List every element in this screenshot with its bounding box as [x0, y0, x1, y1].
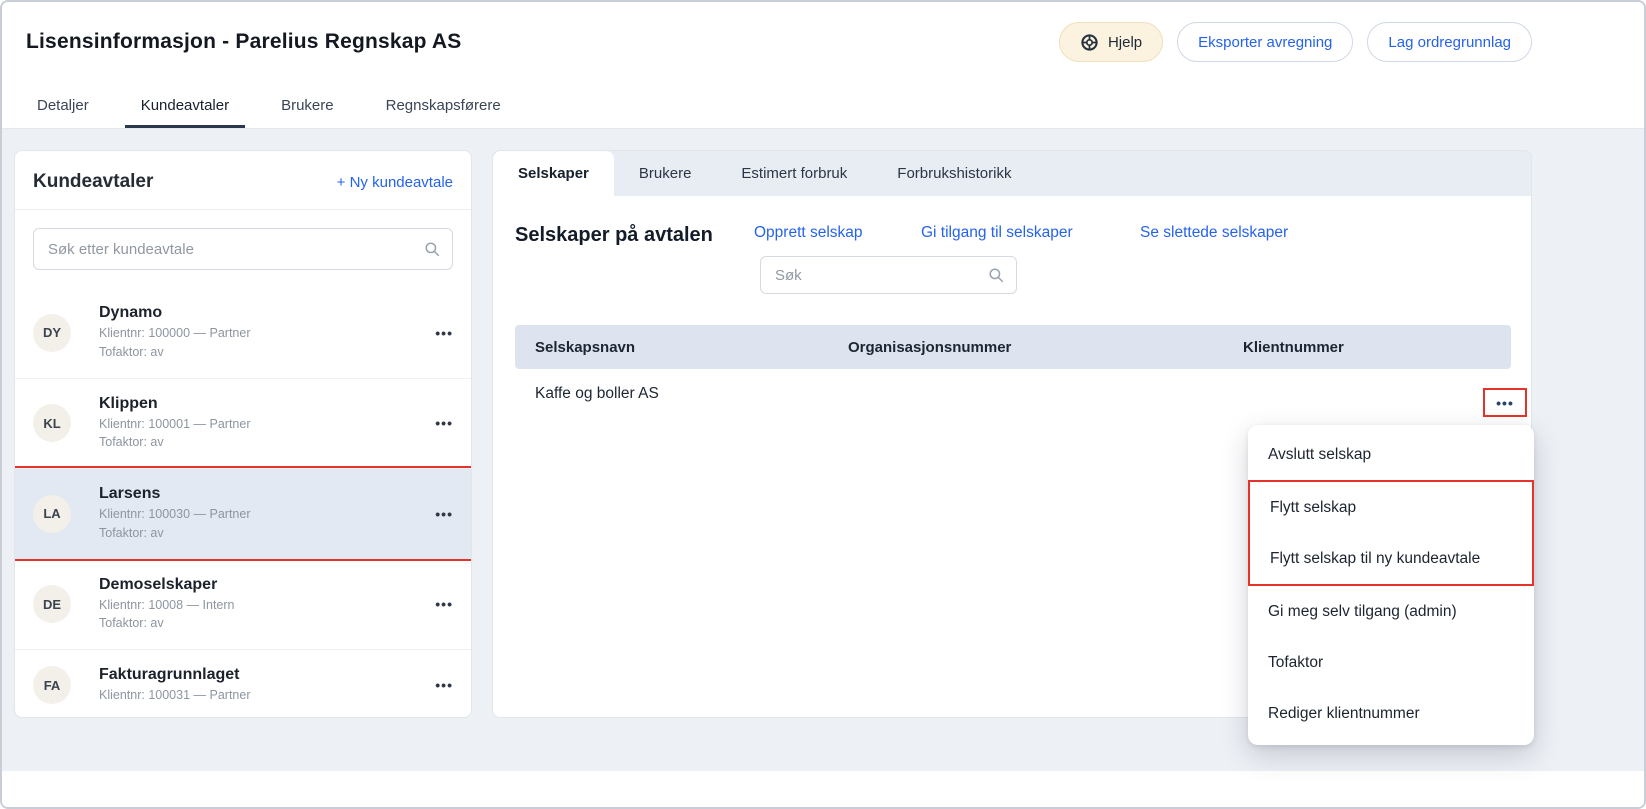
agreement-info: Larsens Klientnr: 100030 — Partner Tofak… — [99, 485, 250, 543]
agreement-twofactor: Tofaktor: av — [99, 433, 250, 452]
tab-brukere[interactable]: Brukere — [265, 82, 350, 128]
agreement-name: Larsens — [99, 485, 250, 503]
search-icon — [987, 266, 1005, 284]
help-button[interactable]: Hjelp — [1059, 22, 1163, 62]
menu-item-flytt-selskap[interactable]: Flytt selskap — [1250, 482, 1532, 533]
menu-item-tofaktor[interactable]: Tofaktor — [1248, 637, 1534, 688]
column-klientnummer: Klientnummer — [1243, 325, 1344, 369]
grant-access-link[interactable]: Gi tilgang til selskaper — [921, 224, 1073, 242]
list-item-larsens[interactable]: LA Larsens Klientnr: 100030 — Partner To… — [15, 468, 471, 559]
agreement-clientnr: Klientnr: 100030 — Partner — [99, 505, 250, 524]
app-window: Lisensinformasjon - Parelius Regnskap AS… — [0, 0, 1646, 809]
highlighted-menu-group: Flytt selskap Flytt selskap til ny kunde… — [1248, 480, 1534, 586]
tab-regnskapsforere[interactable]: Regnskapsførere — [370, 82, 517, 128]
tab-forbrukshistorikk[interactable]: Forbrukshistorikk — [872, 151, 1036, 196]
list-item-fakturagrunnlaget[interactable]: FA Fakturagrunnlaget Klientnr: 100031 — … — [15, 649, 471, 718]
detail-tab-bar: Selskaper Brukere Estimert forbruk Forbr… — [492, 150, 1532, 196]
column-organisasjonsnummer: Organisasjonsnummer — [848, 325, 1011, 369]
view-deleted-companies-link[interactable]: Se slettede selskaper — [1140, 224, 1288, 242]
agreement-clientnr: Klientnr: 100001 — Partner — [99, 415, 250, 434]
agreement-info: Demoselskaper Klientnr: 10008 — Intern T… — [99, 576, 235, 634]
list-item-demoselskaper[interactable]: DE Demoselskaper Klientnr: 10008 — Inter… — [15, 559, 471, 650]
main-tab-bar: Detaljer Kundeavtaler Brukere Regnskapsf… — [2, 82, 1644, 129]
tab-brukere-detail[interactable]: Brukere — [614, 151, 717, 196]
company-search — [760, 256, 1017, 294]
avatar: LA — [33, 495, 71, 533]
create-company-link[interactable]: Opprett selskap — [754, 224, 863, 242]
left-panel-header: Kundeavtaler + Ny kundeavtale — [15, 151, 471, 210]
table-row: Kaffe og boller AS — [515, 369, 1511, 419]
column-selskapsnavn: Selskapsnavn — [535, 325, 635, 369]
companies-heading: Selskaper på avtalen — [515, 222, 740, 249]
menu-item-flytt-selskap-ny-kundeavtale[interactable]: Flytt selskap til ny kundeavtale — [1250, 533, 1532, 584]
create-order-basis-button[interactable]: Lag ordregrunnlag — [1367, 22, 1532, 62]
company-context-menu: Avslutt selskap Flytt selskap Flytt sels… — [1248, 425, 1534, 745]
tab-selskaper[interactable]: Selskaper — [493, 151, 614, 196]
export-settlement-button[interactable]: Eksporter avregning — [1177, 22, 1353, 62]
more-options-button[interactable]: ••• — [435, 506, 453, 522]
company-more-options-button[interactable]: ••• — [1483, 388, 1527, 417]
more-options-button[interactable]: ••• — [435, 325, 453, 341]
menu-item-rediger-klientnummer[interactable]: Rediger klientnummer — [1248, 688, 1534, 739]
help-button-label: Hjelp — [1108, 34, 1142, 51]
agreement-name: Klippen — [99, 395, 250, 413]
tab-detaljer[interactable]: Detaljer — [21, 82, 105, 128]
agreement-name: Demoselskaper — [99, 576, 235, 594]
customer-agreements-panel: Kundeavtaler + Ny kundeavtale DY Dynamo — [14, 150, 472, 718]
agreement-twofactor: Tofaktor: av — [99, 614, 235, 633]
list-item-klippen[interactable]: KL Klippen Klientnr: 100001 — Partner To… — [15, 378, 471, 469]
avatar: KL — [33, 404, 71, 442]
tab-kundeavtaler[interactable]: Kundeavtaler — [125, 82, 245, 128]
help-icon — [1080, 33, 1099, 52]
left-panel-title: Kundeavtaler — [33, 171, 153, 193]
companies-table-header: Selskapsnavn Organisasjonsnummer Klientn… — [515, 325, 1511, 369]
avatar: FA — [33, 666, 71, 704]
company-name: Kaffe og boller AS — [515, 385, 659, 403]
agreement-twofactor: Tofaktor: av — [99, 343, 250, 362]
tab-estimert-forbruk[interactable]: Estimert forbruk — [716, 151, 872, 196]
agreement-clientnr: Klientnr: 100000 — Partner — [99, 324, 250, 343]
company-search-input[interactable] — [760, 256, 1017, 294]
page-title: Lisensinformasjon - Parelius Regnskap AS — [26, 30, 462, 54]
more-options-button[interactable]: ••• — [435, 415, 453, 431]
menu-item-avslutt-selskap[interactable]: Avslutt selskap — [1248, 429, 1534, 480]
avatar: DY — [33, 314, 71, 352]
list-item-dynamo[interactable]: DY Dynamo Klientnr: 100000 — Partner Tof… — [15, 288, 471, 378]
page-bottom-strip — [2, 771, 1644, 807]
agreement-info: Dynamo Klientnr: 100000 — Partner Tofakt… — [99, 304, 250, 362]
content-area: Kundeavtaler + Ny kundeavtale DY Dynamo — [2, 129, 1644, 807]
agreement-clientnr: Klientnr: 10008 — Intern — [99, 596, 235, 615]
agreement-clientnr: Klientnr: 100031 — Partner — [99, 686, 250, 705]
agreement-name: Fakturagrunnlaget — [99, 666, 250, 684]
search-icon — [423, 240, 441, 258]
agreement-info: Fakturagrunnlaget Klientnr: 100031 — Par… — [99, 666, 250, 705]
new-agreement-link[interactable]: + Ny kundeavtale — [337, 174, 453, 191]
agreement-search — [33, 228, 453, 270]
agreement-twofactor: Tofaktor: av — [99, 524, 250, 543]
avatar: DE — [33, 585, 71, 623]
menu-item-gi-meg-selv-tilgang[interactable]: Gi meg selv tilgang (admin) — [1248, 586, 1534, 637]
page-header: Lisensinformasjon - Parelius Regnskap AS… — [2, 2, 1644, 82]
agreement-search-input[interactable] — [33, 228, 453, 270]
more-options-button[interactable]: ••• — [435, 596, 453, 612]
agreement-info: Klippen Klientnr: 100001 — Partner Tofak… — [99, 395, 250, 453]
header-actions: Hjelp Eksporter avregning Lag ordregrunn… — [1059, 22, 1532, 62]
agreement-name: Dynamo — [99, 304, 250, 322]
more-options-button[interactable]: ••• — [435, 677, 453, 693]
agreement-list: DY Dynamo Klientnr: 100000 — Partner Tof… — [15, 288, 471, 718]
